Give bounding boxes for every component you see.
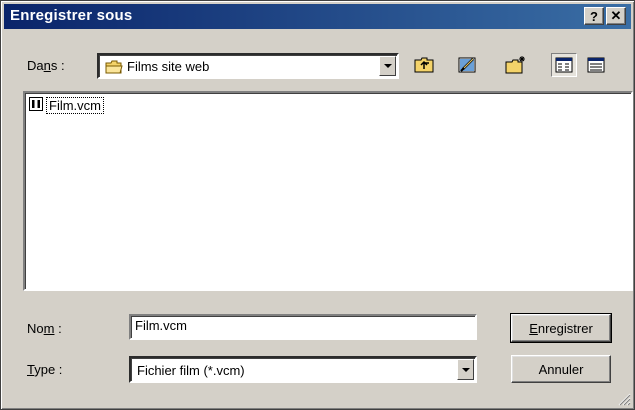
- chevron-down-icon: [383, 64, 392, 68]
- browse-web-button[interactable]: [455, 53, 481, 77]
- vcm-file-icon: [29, 97, 43, 114]
- title-bar[interactable]: Enregistrer sous ? ✕: [4, 4, 631, 29]
- file-list[interactable]: Film.vcm: [23, 91, 633, 291]
- file-type-label: Type :: [27, 362, 63, 377]
- web-folder-icon: [458, 57, 476, 73]
- list-view-button[interactable]: [551, 53, 577, 77]
- folder-icon: [105, 60, 123, 77]
- save-button[interactable]: Enregistrer: [510, 313, 612, 343]
- up-one-level-button[interactable]: [411, 53, 437, 77]
- help-button[interactable]: ?: [584, 7, 604, 25]
- folder-up-icon: [414, 57, 434, 73]
- file-name-label: Nom :: [27, 321, 62, 336]
- new-folder-button[interactable]: [503, 53, 529, 77]
- file-type-value: Fichier film (*.vcm): [137, 363, 245, 378]
- close-icon: ✕: [610, 8, 622, 23]
- help-icon: ?: [590, 8, 598, 24]
- close-button[interactable]: ✕: [606, 7, 626, 25]
- chevron-down-icon: [461, 367, 470, 372]
- file-name: Film.vcm: [46, 97, 104, 114]
- new-folder-icon: [505, 56, 525, 74]
- current-folder: Films site web: [127, 59, 210, 74]
- details-view-button[interactable]: [583, 53, 609, 77]
- list-view-icon: [555, 57, 573, 73]
- save-as-dialog: Enregistrer sous ? ✕ Dans : Films site w…: [0, 0, 635, 410]
- resize-grip-icon[interactable]: [618, 393, 631, 406]
- file-type-dropdown[interactable]: Fichier film (*.vcm): [129, 356, 477, 383]
- file-name-field[interactable]: [129, 314, 477, 340]
- location-dropdown-arrow[interactable]: [379, 56, 396, 76]
- file-name-input[interactable]: [135, 318, 465, 333]
- location-label: Dans :: [27, 58, 65, 73]
- dialog-title: Enregistrer sous: [10, 7, 133, 24]
- location-dropdown[interactable]: Films site web: [97, 53, 399, 79]
- list-item[interactable]: Film.vcm: [29, 97, 104, 114]
- details-view-icon: [587, 57, 605, 73]
- file-type-dropdown-arrow[interactable]: [457, 359, 474, 380]
- cancel-button[interactable]: Annuler: [511, 355, 611, 383]
